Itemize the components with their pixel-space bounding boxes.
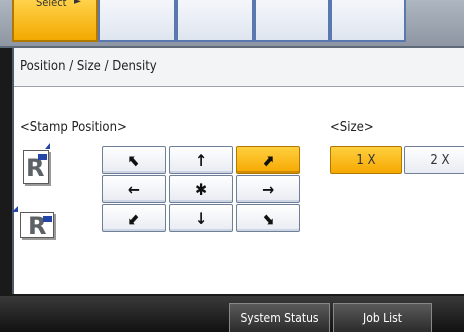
size-label: <Size> (330, 120, 374, 135)
position-right-button[interactable]: → (236, 175, 300, 203)
arrow-bottom-right-icon: ⬊ (261, 208, 275, 228)
bottom-status-bar: System Status Job List (0, 296, 464, 332)
position-left-button[interactable]: ← (102, 175, 166, 203)
arrow-center-icon: ✱ (194, 179, 208, 199)
landscape-stamp-icon: R (12, 206, 54, 238)
size-1x-label: 1 X (356, 152, 376, 168)
arrow-top-right-icon: ⬈ (261, 150, 275, 170)
main-panel: Position / Size / Density <Stamp Positio… (12, 48, 464, 294)
size-2x-button[interactable]: 2 X (404, 146, 464, 174)
arrow-top-icon: ↑ (194, 150, 208, 170)
panel-title: Position / Size / Density (20, 59, 157, 74)
stamp-position-label: <Stamp Position> (20, 120, 127, 135)
corner-triangle-icon (12, 206, 18, 212)
position-bottom-right-button[interactable]: ⬊ (236, 204, 300, 232)
position-top-right-button[interactable]: ⬈ (236, 146, 300, 174)
arrow-right-icon: → (261, 179, 275, 199)
position-center-button[interactable]: ✱ (169, 175, 233, 203)
position-bottom-button[interactable]: ↓ (169, 204, 233, 232)
job-list-button[interactable]: Job List (333, 303, 432, 332)
arrow-bottom-left-icon: ⬋ (127, 208, 141, 228)
arrow-left-icon: ← (127, 179, 141, 199)
stamp-mark-icon (38, 154, 47, 160)
corner-triangle-icon (45, 143, 50, 149)
position-bottom-left-button[interactable]: ⬋ (102, 204, 166, 232)
arrow-bottom-icon: ↓ (194, 208, 208, 228)
tab-arrow-icon: ► (74, 0, 81, 7)
position-top-button[interactable]: ↑ (169, 146, 233, 174)
stamp-mark-icon (43, 216, 52, 222)
size-1x-button[interactable]: 1 X (330, 146, 402, 174)
system-status-button[interactable]: System Status (229, 303, 330, 332)
portrait-stamp-icon: R (23, 143, 50, 184)
position-top-left-button[interactable]: ⬉ (102, 146, 166, 174)
tab-3[interactable] (176, 0, 254, 42)
tab-select-label: Select (36, 0, 67, 9)
arrow-top-left-icon: ⬉ (127, 150, 141, 170)
size-2x-label: 2 X (430, 152, 450, 168)
system-status-label: System Status (240, 311, 319, 325)
panel-header: Position / Size / Density (14, 48, 464, 87)
top-tab-strip: Select ► (0, 0, 464, 48)
tab-2[interactable] (98, 0, 176, 42)
tab-select[interactable]: Select ► (12, 0, 98, 42)
tab-4[interactable] (254, 0, 330, 42)
tab-5[interactable] (330, 0, 406, 42)
job-list-label: Job List (363, 311, 402, 325)
